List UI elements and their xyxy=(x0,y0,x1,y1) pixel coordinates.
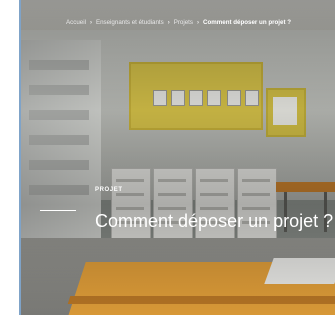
breadcrumb-teachers-students-link[interactable]: Enseignants et étudiants xyxy=(96,19,164,26)
breadcrumb-home-link[interactable]: Accueil xyxy=(66,19,86,26)
breadcrumb-projects-link[interactable]: Projets xyxy=(174,19,193,26)
decorative-divider xyxy=(40,210,76,211)
category-tag: PROJET xyxy=(95,187,123,193)
breadcrumb: Accueil › Enseignants et étudiants › Pro… xyxy=(66,19,291,26)
chevron-right-icon: › xyxy=(167,19,170,26)
page-title: Comment déposer un projet ? xyxy=(95,211,334,232)
hero-background-photo xyxy=(21,0,335,315)
page-left-margin xyxy=(0,0,19,315)
breadcrumb-current-page: Comment déposer un projet ? xyxy=(203,19,292,26)
chevron-right-icon: › xyxy=(89,19,92,26)
chevron-right-icon: › xyxy=(197,19,199,26)
hero-banner: Accueil › Enseignants et étudiants › Pro… xyxy=(19,0,335,315)
